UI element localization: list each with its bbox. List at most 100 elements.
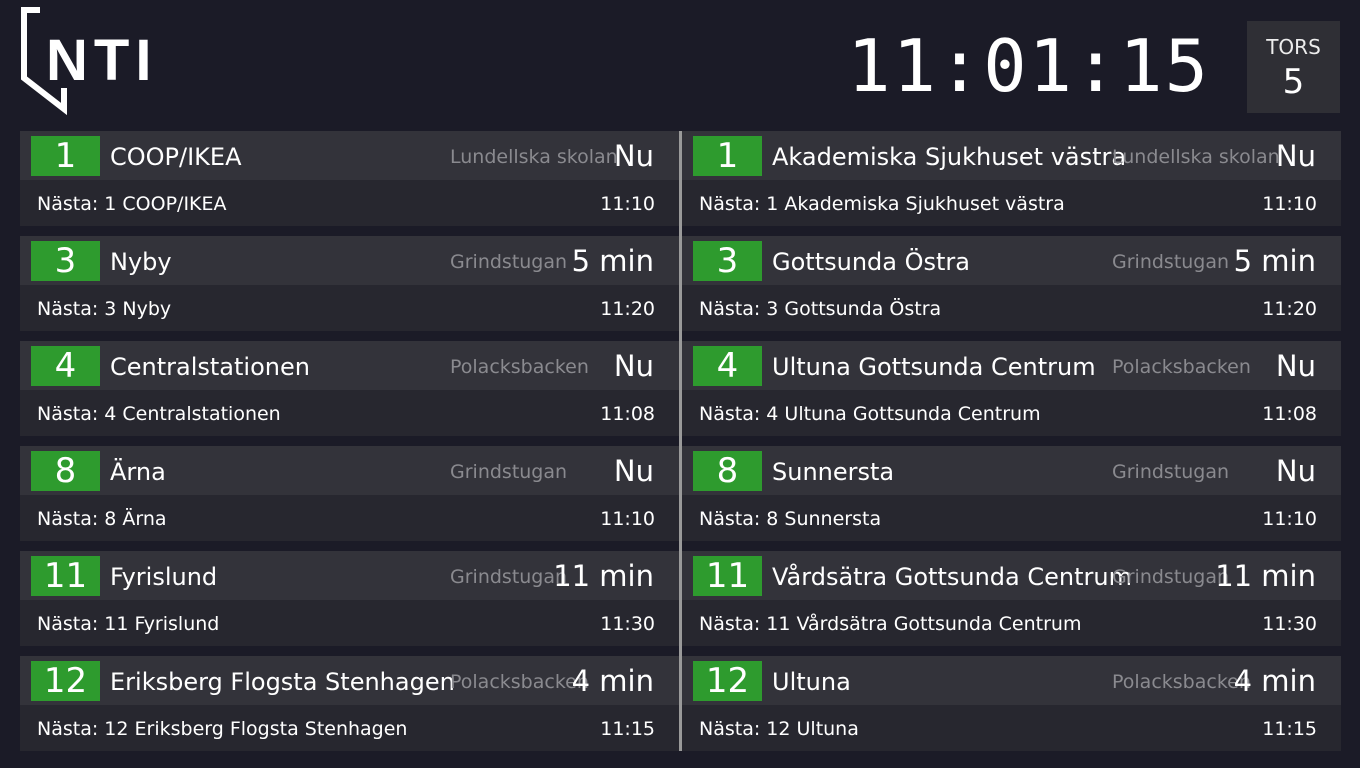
line-badge: 11 (693, 556, 762, 596)
destination: Gottsunda Östra (772, 248, 970, 276)
stop-name: Grindstugan (1112, 251, 1230, 273)
departure-main-row: 1 COOP/IKEA Lundellska skolan Nu (20, 131, 679, 180)
line-badge: 11 (31, 556, 100, 596)
date-badge: TORS 5 (1247, 21, 1340, 113)
destination: Fyrislund (110, 563, 218, 591)
next-departure: Nästa: 12 Ultuna (699, 718, 859, 740)
departure-main-row: 8 Ärna Grindstugan Nu (20, 446, 679, 495)
next-departure: Nästa: 12 Eriksberg Flogsta Stenhagen (37, 718, 408, 740)
departure-card: 11 Vårdsätra Gottsunda Centrum Grindstug… (682, 551, 1341, 646)
departure-main-row: 8 Sunnersta Grindstugan Nu (682, 446, 1341, 495)
stop-name: Lundellska skolan (1112, 146, 1280, 168)
next-departure-row: Nästa: 3 Nyby 11:20 (20, 285, 679, 331)
departure-card: 8 Sunnersta Grindstugan Nu Nästa: 8 Sunn… (682, 446, 1341, 541)
next-departure: Nästa: 11 Vårdsätra Gottsunda Centrum (699, 613, 1082, 635)
departure-eta: Nu (613, 349, 654, 383)
departure-main-row: 11 Fyrislund Grindstugan 11 min (20, 551, 679, 600)
departure-eta: Nu (613, 139, 654, 173)
next-departure-row: Nästa: 8 Ärna 11:10 (20, 495, 679, 541)
stop-name: Grindstugan (450, 251, 568, 273)
departure-main-row: 1 Akademiska Sjukhuset västra Lundellska… (682, 131, 1341, 180)
next-departure-row: Nästa: 12 Eriksberg Flogsta Stenhagen 11… (20, 705, 679, 751)
stop-name: Polacksbacken (450, 356, 589, 378)
next-departure: Nästa: 8 Sunnersta (699, 508, 882, 530)
next-departure-row: Nästa: 11 Vårdsätra Gottsunda Centrum 11… (682, 600, 1341, 646)
line-badge: 4 (31, 346, 100, 386)
next-departure-time: 11:10 (600, 193, 655, 215)
next-departure: Nästa: 4 Centralstationen (37, 403, 281, 425)
stop-name: Polacksbacken (1112, 671, 1251, 693)
day-number: 5 (1282, 62, 1305, 102)
departure-eta: 11 min (1215, 559, 1316, 593)
destination: COOP/IKEA (110, 143, 242, 171)
line-badge: 8 (31, 451, 100, 491)
next-departure-time: 11:10 (1262, 508, 1317, 530)
line-badge: 3 (31, 241, 100, 281)
nti-logo: NTI (21, 7, 148, 116)
stop-name: Grindstugan (450, 566, 568, 588)
next-departure-row: Nästa: 12 Ultuna 11:15 (682, 705, 1341, 751)
next-departure-row: Nästa: 8 Sunnersta 11:10 (682, 495, 1341, 541)
line-badge: 1 (31, 136, 100, 176)
destination: Ultuna Gottsunda Centrum (772, 353, 1096, 381)
destination: Nyby (110, 248, 172, 276)
stop-name: Lundellska skolan (450, 146, 618, 168)
line-badge: 3 (693, 241, 762, 281)
departure-card: 11 Fyrislund Grindstugan 11 min Nästa: 1… (20, 551, 679, 646)
next-departure-row: Nästa: 4 Centralstationen 11:08 (20, 390, 679, 436)
departure-main-row: 3 Gottsunda Östra Grindstugan 5 min (682, 236, 1341, 285)
departure-eta: Nu (613, 454, 654, 488)
departure-eta: 11 min (553, 559, 654, 593)
stop-name: Grindstugan (1112, 566, 1230, 588)
next-departure-time: 11:30 (1262, 613, 1317, 635)
logo-text: NTI (46, 28, 148, 93)
destination: Ärna (110, 458, 166, 486)
departure-main-row: 12 Ultuna Polacksbacken 4 min (682, 656, 1341, 705)
departure-eta: Nu (1275, 454, 1316, 488)
line-badge: 12 (31, 661, 100, 701)
destination: Akademiska Sjukhuset västra (772, 143, 1127, 171)
next-departure: Nästa: 1 Akademiska Sjukhuset västra (699, 193, 1065, 215)
next-departure: Nästa: 1 COOP/IKEA (37, 193, 227, 215)
departure-main-row: 4 Ultuna Gottsunda Centrum Polacksbacken… (682, 341, 1341, 390)
departure-main-row: 3 Nyby Grindstugan 5 min (20, 236, 679, 285)
line-badge: 1 (693, 136, 762, 176)
next-departure-row: Nästa: 1 Akademiska Sjukhuset västra 11:… (682, 180, 1341, 226)
departure-card: 3 Nyby Grindstugan 5 min Nästa: 3 Nyby 1… (20, 236, 679, 331)
stop-name: Polacksbacken (1112, 356, 1251, 378)
day-name: TORS (1266, 35, 1321, 59)
next-departure-time: 11:20 (600, 298, 655, 320)
departure-card: 3 Gottsunda Östra Grindstugan 5 min Näst… (682, 236, 1341, 331)
departure-main-row: 11 Vårdsätra Gottsunda Centrum Grindstug… (682, 551, 1341, 600)
departure-card: 4 Ultuna Gottsunda Centrum Polacksbacken… (682, 341, 1341, 436)
stop-name: Grindstugan (450, 461, 568, 483)
next-departure-row: Nästa: 11 Fyrislund 11:30 (20, 600, 679, 646)
departure-eta: 4 min (571, 664, 654, 698)
next-departure: Nästa: 3 Nyby (37, 298, 172, 320)
next-departure: Nästa: 4 Ultuna Gottsunda Centrum (699, 403, 1041, 425)
departure-eta: 4 min (1233, 664, 1316, 698)
next-departure-time: 11:30 (600, 613, 655, 635)
destination: Vårdsätra Gottsunda Centrum (772, 563, 1132, 591)
destination: Eriksberg Flogsta Stenhagen (110, 668, 455, 696)
line-badge: 8 (693, 451, 762, 491)
header: NTI 11:01:15 TORS 5 (0, 0, 1360, 125)
departure-card: 12 Eriksberg Flogsta Stenhagen Polacksba… (20, 656, 679, 751)
next-departure: Nästa: 11 Fyrislund (37, 613, 220, 635)
departure-card: 4 Centralstationen Polacksbacken Nu Näst… (20, 341, 679, 436)
stop-name: Grindstugan (1112, 461, 1230, 483)
departure-main-row: 12 Eriksberg Flogsta Stenhagen Polacksba… (20, 656, 679, 705)
departure-eta: 5 min (571, 244, 654, 278)
destination: Sunnersta (772, 458, 895, 486)
departure-eta: 5 min (1233, 244, 1316, 278)
next-departure-row: Nästa: 3 Gottsunda Östra 11:20 (682, 285, 1341, 331)
next-departure-time: 11:10 (1262, 193, 1317, 215)
departure-main-row: 4 Centralstationen Polacksbacken Nu (20, 341, 679, 390)
departure-card: 1 Akademiska Sjukhuset västra Lundellska… (682, 131, 1341, 226)
line-badge: 4 (693, 346, 762, 386)
next-departure-time: 11:15 (600, 718, 655, 740)
clock: 11:01:15 (847, 24, 1210, 108)
departure-eta: Nu (1275, 139, 1316, 173)
next-departure: Nästa: 8 Ärna (37, 508, 167, 530)
next-departure-time: 11:08 (1262, 403, 1317, 425)
